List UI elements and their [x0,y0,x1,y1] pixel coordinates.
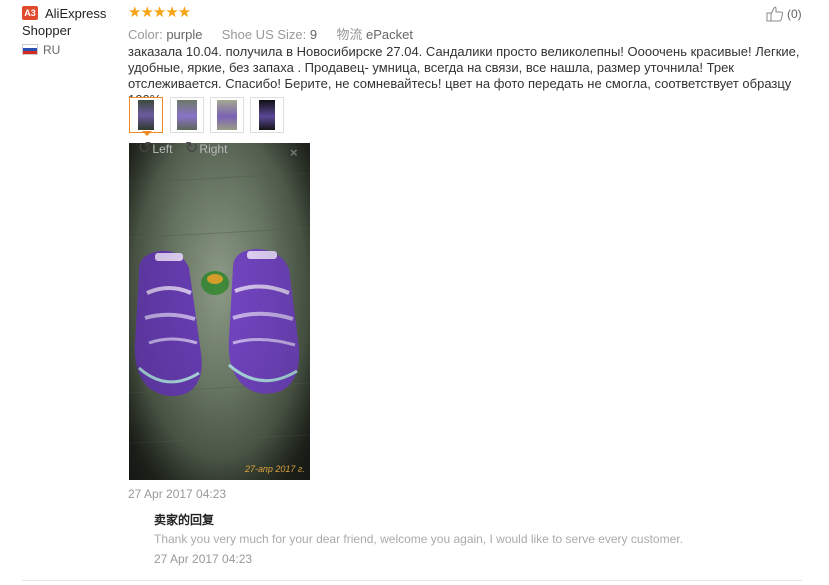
review-photo-large [129,143,310,480]
review-photo-thumb-4[interactable] [250,97,284,133]
attr-color-label: Color: [128,27,163,42]
rotate-left-icon: ↺ [138,140,152,157]
seller-reply-title: 卖家的回复 [154,513,215,527]
rotate-right-button[interactable]: ↻ Right [185,140,228,157]
thumbs-up-icon [766,6,784,22]
seller-reply-text: Thank you very much for your dear friend… [154,532,683,546]
user-country: RU [43,43,61,57]
rotate-left-button[interactable]: ↺ Left [138,140,173,157]
review-divider [22,580,802,581]
attr-logistics-value: ePacket [366,27,413,42]
rotate-right-icon: ↻ [185,140,199,157]
order-attributes: Color: purple Shoe US Size: 9 物流 ePacket [128,24,413,43]
review-date: 27 Apr 2017 04:23 [128,487,227,501]
attr-logistics-label: 物流 [336,27,363,42]
rating-stars: ★★★★★ [128,4,191,21]
rotate-right-label: Right [199,142,228,156]
review-photo-thumb-2[interactable] [170,97,204,133]
helpful-count: (0) [787,7,802,21]
seller-reply-date: 27 Apr 2017 04:23 [154,552,253,566]
helpful-button[interactable]: (0) [766,6,802,22]
photo-date-stamp: 27-апр 2017 г. [245,464,305,474]
review-photo-thumb-1[interactable] [129,97,163,133]
review-photo-thumb-3[interactable] [210,97,244,133]
user-level-badge: A3 [22,6,38,20]
attr-color-value: purple [166,27,203,42]
attr-size-value: 9 [309,27,318,42]
rotate-left-label: Left [152,142,173,156]
attr-size-label: Shoe US Size: [221,27,307,42]
close-viewer-button[interactable]: × [290,145,298,160]
country-flag-icon [22,44,38,55]
active-thumb-indicator [142,131,152,136]
